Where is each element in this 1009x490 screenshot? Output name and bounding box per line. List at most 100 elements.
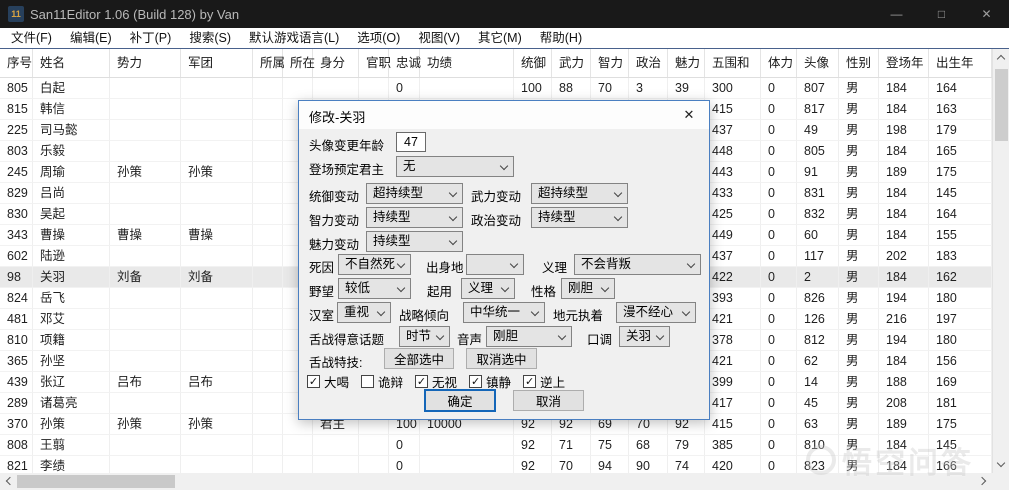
politics-trend-select[interactable]: 持续型 bbox=[531, 207, 628, 228]
scroll-up-icon[interactable] bbox=[993, 49, 1009, 66]
han-court-select[interactable]: 重视 bbox=[337, 302, 391, 323]
menu-item[interactable]: 选项(O) bbox=[348, 28, 409, 48]
cancel-button[interactable]: 取消 bbox=[513, 390, 584, 411]
column-header[interactable]: 出生年 bbox=[929, 49, 992, 77]
table-cell: 343 bbox=[0, 225, 33, 246]
personality-label: 性格 bbox=[531, 281, 556, 300]
recruit-select[interactable]: 义理 bbox=[461, 278, 515, 299]
column-header[interactable]: 五围和 bbox=[705, 49, 761, 77]
select-all-button[interactable]: 全部选中 bbox=[384, 348, 454, 369]
menu-item[interactable]: 补丁(P) bbox=[121, 28, 181, 48]
deselect-all-button[interactable]: 取消选中 bbox=[466, 348, 537, 369]
column-header[interactable]: 身分 bbox=[313, 49, 359, 77]
column-header[interactable]: 政治 bbox=[629, 49, 668, 77]
birthplace-select[interactable] bbox=[466, 254, 524, 275]
table-row[interactable]: 805白起010088703393000807男184164 bbox=[0, 78, 992, 99]
birthplace-label: 出身地 bbox=[426, 257, 464, 276]
table-row[interactable]: 821李绩092709490744200823男184166 bbox=[0, 456, 992, 473]
menu-item[interactable]: 搜索(S) bbox=[180, 28, 240, 48]
column-header[interactable]: 登场年 bbox=[879, 49, 929, 77]
ambition-select[interactable]: 较低 bbox=[338, 278, 411, 299]
column-header[interactable]: 所在 bbox=[283, 49, 313, 77]
menu-item[interactable]: 文件(F) bbox=[2, 28, 61, 48]
ok-button[interactable]: 确定 bbox=[424, 389, 496, 412]
table-cell bbox=[181, 120, 253, 141]
leadership-trend-select[interactable]: 超持续型 bbox=[366, 183, 463, 204]
table-cell bbox=[420, 435, 514, 456]
close-button[interactable]: ✕ bbox=[964, 0, 1009, 28]
column-header[interactable]: 官职 bbox=[359, 49, 389, 77]
column-header[interactable]: 魅力 bbox=[668, 49, 705, 77]
int-trend-select[interactable]: 持续型 bbox=[366, 207, 463, 228]
scroll-left-icon[interactable] bbox=[0, 473, 17, 490]
skill-checkbox[interactable]: ✓大喝 bbox=[307, 372, 349, 391]
vertical-scroll-thumb[interactable] bbox=[995, 69, 1008, 141]
minimize-button[interactable]: — bbox=[874, 0, 919, 28]
table-row[interactable]: 808王翦092717568793850810男184145 bbox=[0, 435, 992, 456]
death-cause-select[interactable]: 不自然死 bbox=[338, 254, 411, 275]
table-cell bbox=[110, 435, 181, 456]
column-header[interactable]: 势力 bbox=[110, 49, 181, 77]
charm-trend-select[interactable]: 持续型 bbox=[366, 231, 463, 252]
personality-select[interactable]: 刚胆 bbox=[561, 278, 615, 299]
portrait-age-input[interactable]: 47 bbox=[396, 132, 426, 152]
debut-lord-select[interactable]: 无 bbox=[396, 156, 514, 177]
menu-item[interactable]: 其它(M) bbox=[469, 28, 531, 48]
horizontal-scrollbar[interactable] bbox=[0, 473, 992, 490]
table-cell bbox=[110, 183, 181, 204]
war-trend-select[interactable]: 超持续型 bbox=[531, 183, 628, 204]
chevron-down-icon bbox=[531, 308, 539, 316]
column-header[interactable]: 功绩 bbox=[420, 49, 514, 77]
loyalty-select[interactable]: 不会背叛 bbox=[574, 254, 701, 275]
dialog-title: 修改-关羽 bbox=[309, 107, 365, 126]
column-header[interactable]: 头像 bbox=[797, 49, 839, 77]
table-cell: 男 bbox=[839, 246, 879, 267]
table-cell: 白起 bbox=[33, 78, 110, 99]
column-header[interactable]: 武力 bbox=[552, 49, 591, 77]
column-header[interactable]: 军团 bbox=[181, 49, 253, 77]
table-cell: 180 bbox=[929, 288, 992, 309]
column-header[interactable]: 忠诚 bbox=[389, 49, 420, 77]
table-cell bbox=[181, 351, 253, 372]
column-header[interactable]: 姓名 bbox=[33, 49, 110, 77]
table-cell: 男 bbox=[839, 351, 879, 372]
table-cell bbox=[110, 456, 181, 473]
table-cell: 189 bbox=[879, 414, 929, 435]
column-header[interactable]: 智力 bbox=[591, 49, 629, 77]
scroll-down-icon[interactable] bbox=[993, 456, 1009, 473]
skill-checkbox[interactable]: 诡辩 bbox=[361, 372, 403, 391]
maximize-button[interactable]: □ bbox=[919, 0, 964, 28]
menu-item[interactable]: 编辑(E) bbox=[61, 28, 121, 48]
table-cell bbox=[253, 435, 283, 456]
column-header[interactable]: 统御 bbox=[514, 49, 552, 77]
scroll-right-icon[interactable] bbox=[975, 473, 992, 490]
column-header[interactable]: 所属 bbox=[253, 49, 283, 77]
table-cell bbox=[253, 78, 283, 99]
table-cell bbox=[359, 435, 389, 456]
vertical-scrollbar[interactable] bbox=[992, 49, 1009, 473]
table-cell: 443 bbox=[705, 162, 761, 183]
table-cell: 邓艾 bbox=[33, 309, 110, 330]
politics-trend-label: 政治变动 bbox=[471, 210, 521, 229]
table-cell: 188 bbox=[879, 372, 929, 393]
skill-checkbox[interactable]: ✓逆上 bbox=[523, 372, 565, 391]
dialog-close-icon[interactable]: ✕ bbox=[669, 101, 709, 129]
column-header[interactable]: 体力 bbox=[761, 49, 797, 77]
menu-item[interactable]: 默认游戏语言(L) bbox=[240, 28, 348, 48]
table-cell: 男 bbox=[839, 309, 879, 330]
table-cell: 179 bbox=[929, 120, 992, 141]
table-cell: 805 bbox=[0, 78, 33, 99]
column-header[interactable]: 性别 bbox=[839, 49, 879, 77]
menu-item[interactable]: 帮助(H) bbox=[531, 28, 591, 48]
debate-topic-select[interactable]: 时节 bbox=[399, 326, 450, 347]
column-header[interactable]: 序号 bbox=[0, 49, 33, 77]
tone-select[interactable]: 关羽 bbox=[619, 326, 670, 347]
voice-select[interactable]: 刚胆 bbox=[486, 326, 572, 347]
ambition-label: 野望 bbox=[309, 281, 334, 300]
horizontal-scroll-thumb[interactable] bbox=[17, 475, 175, 488]
local-focus-select[interactable]: 漫不经心 bbox=[616, 302, 696, 323]
table-cell: 155 bbox=[929, 225, 992, 246]
strategy-select[interactable]: 中华统一 bbox=[463, 302, 545, 323]
checkbox-label: 大喝 bbox=[324, 372, 349, 391]
menu-item[interactable]: 视图(V) bbox=[409, 28, 469, 48]
